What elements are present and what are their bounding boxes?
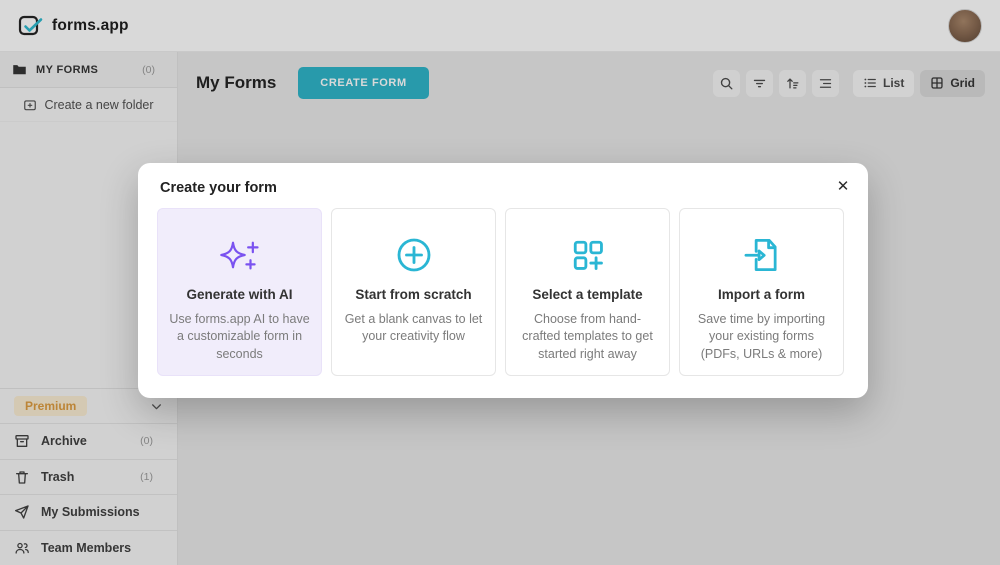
create-form-modal: Create your form ✕ Generate with AI Use … [138, 163, 868, 398]
card-title: Generate with AI [186, 287, 292, 302]
template-icon [571, 234, 605, 276]
close-button[interactable]: ✕ [830, 173, 856, 199]
forms-app-window: forms.app MY FORMS (0) Create a new fold… [0, 0, 1000, 565]
card-start-from-scratch[interactable]: Start from scratch Get a blank canvas to… [331, 208, 496, 376]
create-options: Generate with AI Use forms.app AI to hav… [157, 208, 844, 376]
modal-title: Create your form [160, 180, 277, 196]
card-title: Select a template [532, 287, 642, 302]
card-generate-with-ai[interactable]: Generate with AI Use forms.app AI to hav… [157, 208, 322, 376]
card-description: Use forms.app AI to have a customizable … [169, 311, 310, 363]
card-description: Save time by importing your existing for… [691, 311, 832, 363]
card-description: Choose from hand-crafted templates to ge… [517, 311, 658, 363]
card-select-a-template[interactable]: Select a template Choose from hand-craft… [505, 208, 670, 376]
import-form-icon [743, 234, 781, 276]
ai-sparkle-icon [219, 234, 261, 276]
card-title: Start from scratch [355, 287, 471, 302]
card-import-a-form[interactable]: Import a form Save time by importing you… [679, 208, 844, 376]
card-description: Get a blank canvas to let your creativit… [343, 311, 484, 346]
close-icon: ✕ [837, 177, 850, 195]
card-title: Import a form [718, 287, 805, 302]
plus-circle-icon [396, 234, 432, 276]
